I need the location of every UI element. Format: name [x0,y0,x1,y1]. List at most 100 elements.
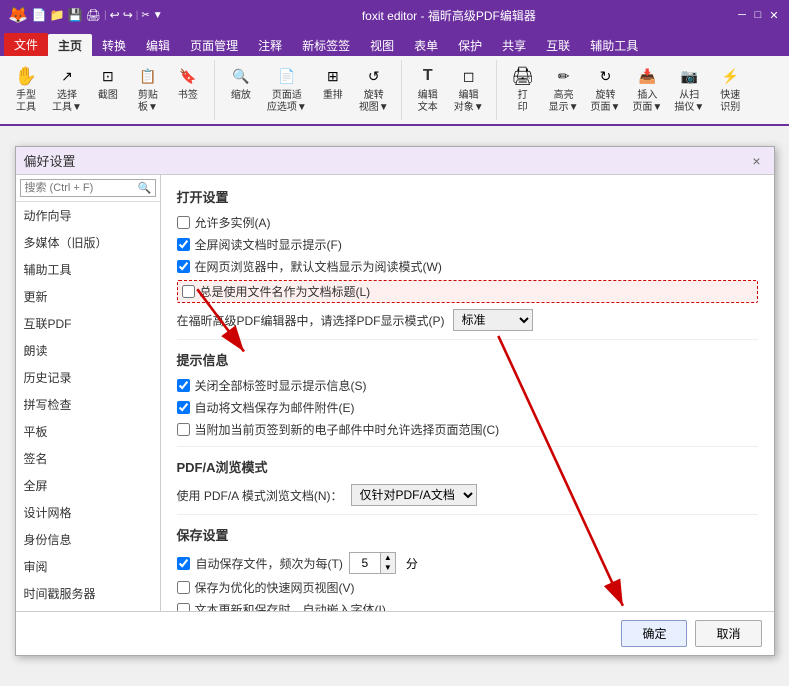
tab-new-tag[interactable]: 新标签签 [292,34,360,56]
insert-page-button[interactable]: 📥 插入页面▼ [628,60,666,116]
embed-font-checkbox[interactable] [177,603,190,611]
scan-button[interactable]: 📷 从扫描仪▼ [670,60,708,116]
sidebar-item-fullscreen[interactable]: 全屏 [16,472,160,499]
minimize-button[interactable]: ─ [735,8,749,22]
bookmark-button[interactable]: 🔖 书签 [170,60,206,104]
sidebar-item-spellcheck[interactable]: 拼写检查 [16,391,160,418]
optimized-preview-label: 保存为优化的快速网页视图(V) [195,579,355,596]
cancel-button[interactable]: 取消 [695,620,761,647]
hand-tool-button[interactable]: ✋ 手型工具 [8,60,44,116]
tab-protect[interactable]: 保护 [448,34,492,56]
screenshot-button[interactable]: ⊡ 截图 [90,60,126,104]
new-icon[interactable]: 📄 [32,8,47,22]
tab-form[interactable]: 表单 [404,34,448,56]
content-panel: 打开设置 允许多实例(A) 全屏阅读文档时显示提示(F) 在网页浏览器中，默认文… [161,175,774,611]
print-icon: 🖨 [509,62,537,90]
sidebar-item-update[interactable]: 更新 [16,283,160,310]
sidebar-item-identity[interactable]: 身份信息 [16,526,160,553]
file-tab[interactable]: 文件 [4,33,48,56]
ribbon-group-edit: T 编辑文本 ◻ 编辑对象▼ [410,60,497,120]
reflow-label: 重排 [323,90,343,102]
auto-save-mail-row: 自动将文档保存为邮件附件(E) [177,399,758,416]
hints-title: 提示信息 [177,350,758,369]
print-button[interactable]: 🖨 打印 [505,60,541,116]
rotate-view-button[interactable]: ↺ 旋转视图▼ [355,60,393,116]
pdfa-title: PDF/A浏览模式 [177,457,758,476]
optimized-preview-checkbox[interactable] [177,581,190,594]
page-range-checkbox[interactable] [177,423,190,436]
fit-page-button[interactable]: 📄 页面适应选项▼ [263,60,311,116]
tab-annotation[interactable]: 注释 [248,34,292,56]
open-icon[interactable]: 📁 [50,8,65,22]
app-logo-icon: 🦊 [8,5,28,25]
maximize-button[interactable]: □ [751,8,765,22]
insert-page-icon: 📥 [633,62,661,90]
scan-label: 从扫描仪▼ [674,90,704,114]
spin-up-button[interactable]: ▲ [381,553,395,563]
allow-multiple-checkbox[interactable] [177,216,190,229]
select-tool-label: 选择工具▼ [52,90,82,114]
edit-object-button[interactable]: ◻ 编辑对象▼ [450,60,488,116]
sidebar-list: 动作向导 多媒体（旧版） 辅助工具 更新 互联PDF 朗读 历史记录 拼写检查 … [16,202,160,611]
edit-text-button[interactable]: T 编辑文本 [410,60,446,116]
pdfa-select[interactable]: 仅针对PDF/A文档 始终 从不 [351,484,477,506]
pdf-display-mode-select[interactable]: 标准 单页 双页 连续单页 连续双页 [453,309,533,331]
ok-button[interactable]: 确定 [621,620,687,647]
filename-title-checkbox[interactable] [182,285,195,298]
dialog-close-button[interactable]: × [748,152,766,170]
more-icon[interactable]: ✂ [141,10,149,21]
autosave-checkbox[interactable] [177,557,190,570]
tab-share[interactable]: 共享 [492,34,536,56]
ribbon-group-view: 🔍 缩放 📄 页面适应选项▼ ⊞ 重排 ↺ 旋转视图▼ [223,60,402,120]
dialog-body: 🔍 动作向导 多媒体（旧版） 辅助工具 更新 互联PDF 朗读 历史记录 拼写检… [16,175,774,611]
tab-connect[interactable]: 互联 [536,34,580,56]
scan-icon: 📷 [675,62,703,90]
reflow-button[interactable]: ⊞ 重排 [315,60,351,104]
autosave-spinner: ▲ ▼ [349,552,396,574]
sidebar-item-review[interactable]: 审阅 [16,553,160,580]
tab-convert[interactable]: 转换 [92,34,136,56]
sidebar-item-tablet[interactable]: 平板 [16,418,160,445]
sidebar-item-read[interactable]: 朗读 [16,337,160,364]
title-bar-left: 🦊 📄 📁 💾 🖨 | ↩ ↪ | ✂ ▼ [8,5,163,25]
highlight-button[interactable]: ✏ 高亮显示▼ [545,60,583,116]
fullscreen-checkbox[interactable] [177,238,190,251]
save-icon[interactable]: 💾 [68,8,83,22]
sidebar-item-grid[interactable]: 设计网格 [16,499,160,526]
tabs-hint-label: 关闭全部标签时显示提示信息(S) [195,377,367,394]
browser-mode-checkbox[interactable] [177,260,190,273]
search-input[interactable] [20,179,156,197]
browser-mode-row: 在网页浏览器中，默认文档显示为阅读模式(W) [177,258,758,275]
tab-home[interactable]: 主页 [48,34,92,56]
sidebar-item-interconnect[interactable]: 互联PDF [16,310,160,337]
clipboard-button[interactable]: 📋 剪贴板▼ [130,60,166,116]
sidebar-item-action[interactable]: 动作向导 [16,202,160,229]
spin-down-button[interactable]: ▼ [381,563,395,573]
undo-icon[interactable]: ↩ [110,8,120,22]
zoom-button[interactable]: 🔍 缩放 [223,60,259,104]
select-tool-button[interactable]: ↗ 选择工具▼ [48,60,86,116]
dropdown-icon[interactable]: ▼ [153,10,163,21]
sidebar-item-multimedia[interactable]: 多媒体（旧版） [16,229,160,256]
sidebar-item-history[interactable]: 历史记录 [16,364,160,391]
ocr-button[interactable]: ⚡ 快速识别 [712,60,748,116]
tab-page-management[interactable]: 页面管理 [180,34,248,56]
tab-edit[interactable]: 编辑 [136,34,180,56]
rotate-page-button[interactable]: ↻ 旋转页面▼ [587,60,625,116]
tabs-hint-checkbox[interactable] [177,379,190,392]
sidebar-item-tools[interactable]: 辅助工具 [16,256,160,283]
tab-view[interactable]: 视图 [360,34,404,56]
ribbon-content: ✋ 手型工具 ↗ 选择工具▼ ⊡ 截图 📋 剪贴板▼ 🔖 书签 [0,56,789,126]
sidebar-item-signature[interactable]: 签名 [16,445,160,472]
print-icon[interactable]: 🖨 [86,8,101,22]
hand-icon: ✋ [12,62,40,90]
redo-icon[interactable]: ↪ [123,8,133,22]
close-button[interactable]: ✕ [767,8,781,22]
tab-tools[interactable]: 辅助工具 [580,34,648,56]
auto-save-mail-checkbox[interactable] [177,401,190,414]
autosave-minutes-input[interactable] [350,555,380,571]
sidebar-item-timestamp[interactable]: 时间戳服务器 [16,580,160,607]
clipboard-label: 剪贴板▼ [138,90,158,114]
edit-object-icon: ◻ [455,62,483,90]
rotate-page-icon: ↻ [591,62,619,90]
